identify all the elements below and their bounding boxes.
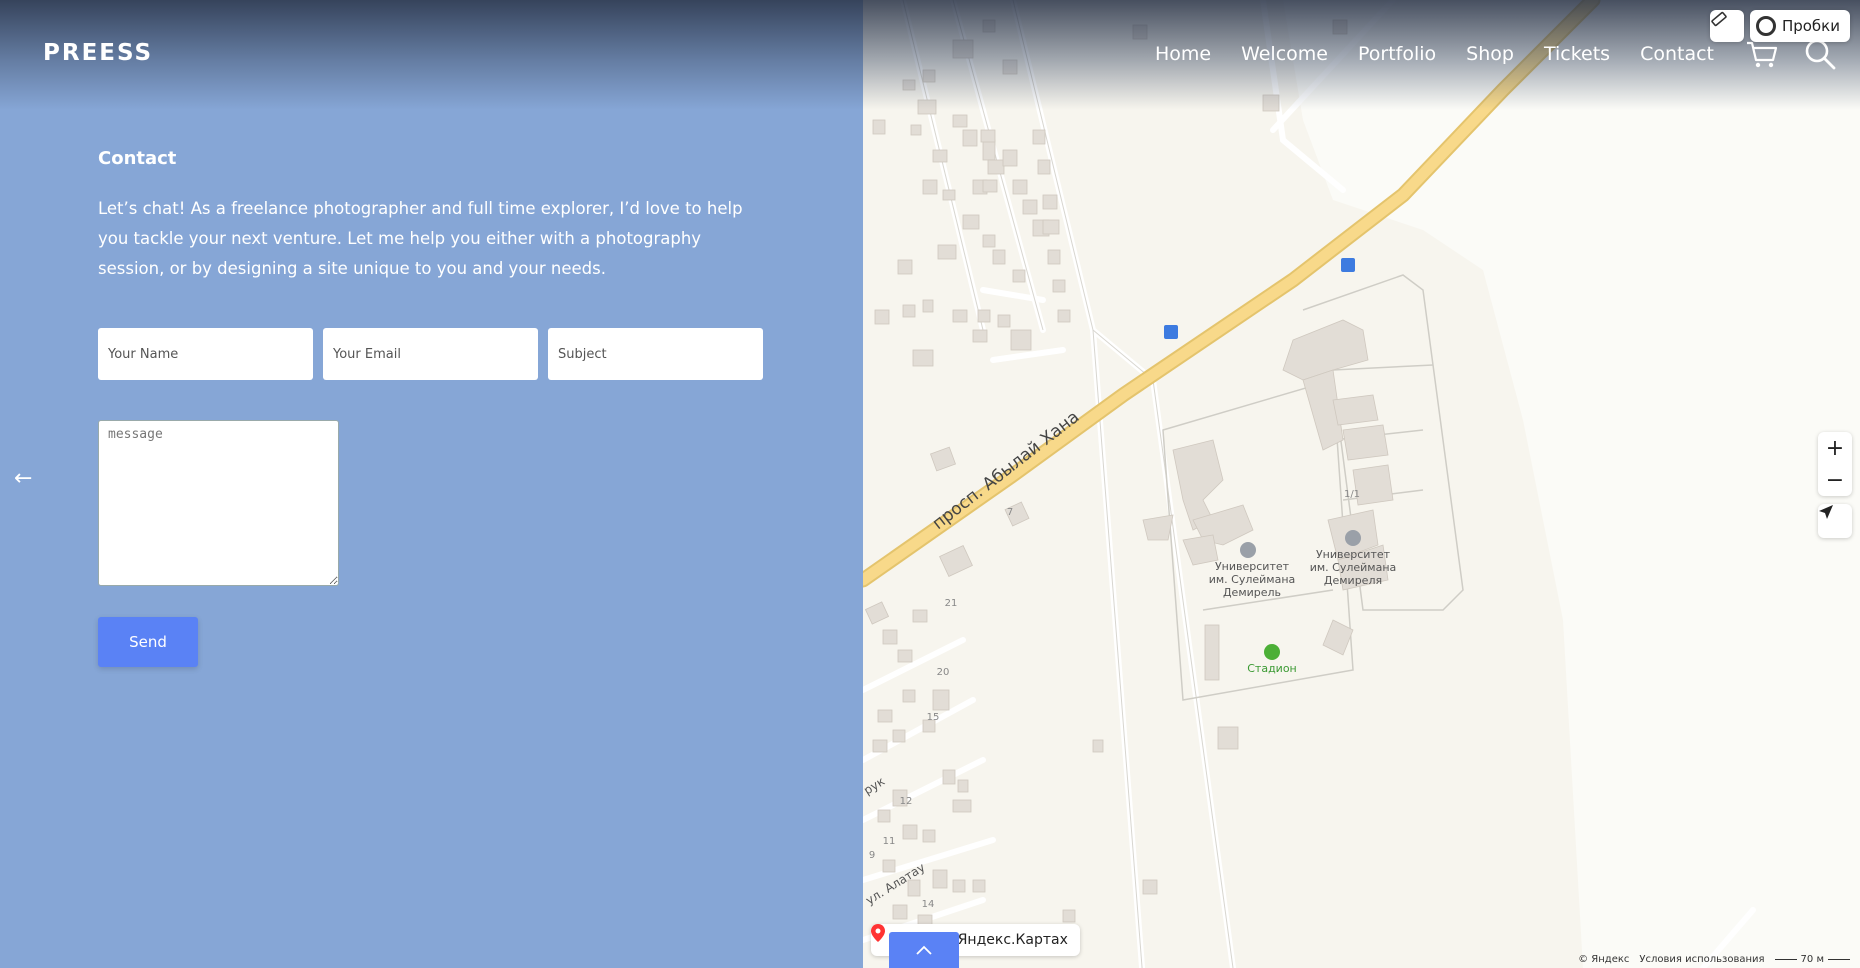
stadium-poi-icon[interactable] bbox=[1264, 644, 1280, 660]
contact-heading: Contact bbox=[98, 148, 177, 169]
map-house-number: 9 bbox=[869, 850, 875, 861]
previous-arrow-icon[interactable]: ← bbox=[14, 466, 32, 491]
zoom-controls: + − bbox=[1818, 432, 1852, 496]
map-university-label-1-line3: Демирель bbox=[1223, 586, 1281, 599]
traffic-button[interactable]: Пробки bbox=[1749, 10, 1850, 42]
map-university-label-1-line2: им. Сулеймана bbox=[1209, 573, 1296, 586]
traffic-icon bbox=[1755, 16, 1776, 36]
location-arrow-icon bbox=[1819, 505, 1833, 519]
scale-label: 70 м bbox=[1800, 954, 1824, 965]
map-university-label-2-line2: им. Сулеймана bbox=[1310, 561, 1397, 574]
map-house-number: 12 bbox=[900, 796, 913, 807]
nav-tickets[interactable]: Tickets bbox=[1544, 43, 1610, 65]
nav-portfolio[interactable]: Portfolio bbox=[1358, 43, 1436, 65]
contact-intro: Let’s chat! As a freelance photographer … bbox=[98, 199, 743, 278]
contact-fields bbox=[98, 328, 773, 380]
map-university-label-2-line3: Демиреля bbox=[1324, 574, 1382, 587]
email-field[interactable] bbox=[323, 328, 538, 380]
site-logo[interactable]: PREESS bbox=[43, 40, 153, 66]
nav-contact[interactable]: Contact bbox=[1640, 43, 1714, 65]
traffic-label: Пробки bbox=[1781, 17, 1840, 35]
map-house-number: 14 bbox=[922, 899, 935, 910]
map-copyright[interactable]: © Яндекс bbox=[1578, 954, 1629, 965]
map-stadium-label: Стадион bbox=[1247, 662, 1297, 675]
map-building-label: 1/1 bbox=[1344, 489, 1360, 500]
nav-shop[interactable]: Shop bbox=[1466, 43, 1514, 65]
map-street-label-3: рук bbox=[863, 774, 887, 798]
geolocation-button[interactable] bbox=[1818, 504, 1852, 538]
map-house-number: 15 bbox=[927, 712, 940, 723]
map-pin-icon bbox=[871, 924, 885, 942]
nav-home[interactable]: Home bbox=[1155, 43, 1211, 65]
open-in-label: в Яндекс.Картах bbox=[945, 932, 1068, 948]
map-top-controls: Пробки bbox=[1709, 10, 1850, 42]
map-house-number: 7 bbox=[1007, 507, 1013, 518]
send-button[interactable]: Send bbox=[98, 617, 198, 667]
map-university-label-1-line1: Университет bbox=[1215, 560, 1290, 573]
map[interactable]: просп. Абылай Хана Университет им. Сулей… bbox=[863, 0, 1860, 968]
university-poi-icon[interactable] bbox=[1345, 530, 1361, 546]
map-footer: © Яндекс Условия использования 70 м bbox=[1578, 954, 1850, 965]
subject-field[interactable] bbox=[548, 328, 763, 380]
map-terms-link[interactable]: Условия использования bbox=[1639, 954, 1764, 965]
contact-content: Contact Let’s chat! As a freelance photo… bbox=[98, 148, 778, 284]
message-field[interactable] bbox=[98, 420, 339, 586]
map-scale: 70 м bbox=[1774, 954, 1850, 965]
zoom-out-button[interactable]: − bbox=[1818, 464, 1852, 496]
ruler-icon bbox=[1711, 11, 1727, 27]
name-field[interactable] bbox=[98, 328, 313, 380]
zoom-in-button[interactable]: + bbox=[1818, 432, 1852, 464]
scale-line-right bbox=[1828, 959, 1850, 960]
nav-welcome[interactable]: Welcome bbox=[1241, 43, 1328, 65]
map-university-label-2-line1: Университет bbox=[1316, 548, 1391, 561]
bus-stop-icon[interactable] bbox=[1341, 258, 1355, 272]
scale-line-left bbox=[1774, 959, 1797, 960]
bus-stop-icon[interactable] bbox=[1164, 325, 1178, 339]
ruler-button[interactable] bbox=[1709, 10, 1744, 42]
scroll-to-top-button[interactable] bbox=[889, 932, 959, 968]
map-house-number: 20 bbox=[937, 667, 950, 678]
map-house-number: 11 bbox=[883, 836, 896, 847]
chevron-up-icon bbox=[916, 945, 932, 955]
map-canvas[interactable]: просп. Абылай Хана Университет им. Сулей… bbox=[863, 0, 1860, 968]
university-poi-icon[interactable] bbox=[1240, 542, 1256, 558]
map-house-number: 21 bbox=[945, 598, 958, 609]
